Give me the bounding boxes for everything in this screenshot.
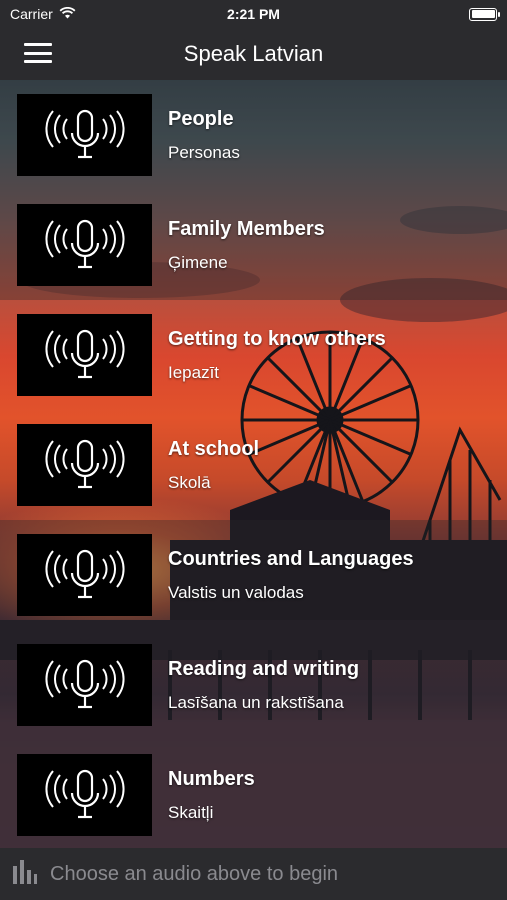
page-title: Speak Latvian xyxy=(183,41,324,66)
lesson-row-people[interactable]: People Personas xyxy=(0,80,507,190)
status-left: Carrier xyxy=(10,6,76,22)
lesson-title: Countries and Languages xyxy=(168,547,414,570)
lesson-row-getting-to-know-others[interactable]: Getting to know others Iepazīt xyxy=(0,300,507,410)
player-prompt: Choose an audio above to begin xyxy=(50,862,339,885)
lesson-subtitle: Valstis un valodas xyxy=(168,582,304,602)
battery-icon xyxy=(469,7,500,21)
microphone-soundwave-icon xyxy=(17,204,152,286)
lesson-title: Family Members xyxy=(168,217,325,240)
wifi-icon xyxy=(59,6,76,22)
navigation-bar: Speak Latvian xyxy=(0,28,507,80)
lesson-title: People xyxy=(168,107,234,130)
microphone-soundwave-icon xyxy=(17,644,152,726)
lesson-subtitle: Skaitļi xyxy=(168,802,214,822)
lesson-title: Numbers xyxy=(168,767,255,790)
microphone-soundwave-icon xyxy=(17,94,152,176)
audio-bars-icon xyxy=(12,859,38,889)
microphone-soundwave-icon xyxy=(17,424,152,506)
lesson-row-family-members[interactable]: Family Members Ģimene xyxy=(0,190,507,300)
status-time: 2:21 PM xyxy=(227,6,280,22)
hamburger-menu-icon[interactable] xyxy=(24,41,52,65)
lesson-title: At school xyxy=(168,437,260,460)
lesson-subtitle: Personas xyxy=(168,142,240,162)
lesson-title: Reading and writing xyxy=(168,657,360,680)
carrier-label: Carrier xyxy=(10,6,53,22)
lesson-subtitle: Lasīšana un rakstīšana xyxy=(168,692,344,712)
lesson-list: People Personas Family Members Ģimene Ge… xyxy=(0,80,507,850)
lesson-subtitle: Iepazīt xyxy=(168,362,220,382)
lesson-row-reading-and-writing[interactable]: Reading and writing Lasīšana un rakstīša… xyxy=(0,630,507,740)
microphone-soundwave-icon xyxy=(17,314,152,396)
microphone-soundwave-icon xyxy=(17,534,152,616)
lesson-row-countries-and-languages[interactable]: Countries and Languages Valstis un valod… xyxy=(0,520,507,630)
microphone-soundwave-icon xyxy=(17,754,152,836)
lesson-row-numbers[interactable]: Numbers Skaitļi xyxy=(0,740,507,850)
status-bar: Carrier 2:21 PM xyxy=(0,0,507,28)
audio-player-bar[interactable]: Choose an audio above to begin xyxy=(0,848,507,900)
lesson-row-at-school[interactable]: At school Skolā xyxy=(0,410,507,520)
lesson-subtitle: Skolā xyxy=(168,472,211,492)
lesson-title: Getting to know others xyxy=(168,327,386,350)
lesson-subtitle: Ģimene xyxy=(168,252,228,272)
